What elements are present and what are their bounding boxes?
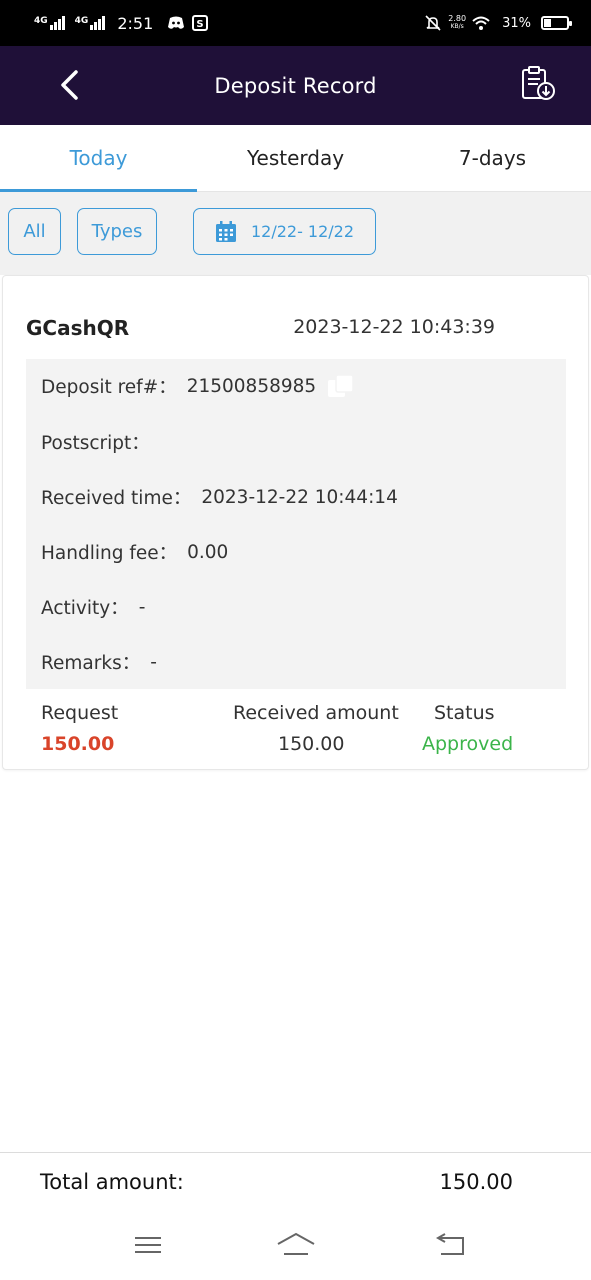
deposit-record-card[interactable]: GCashQR 2023-12-22 10:43:39 Deposit ref#… (2, 275, 589, 770)
request-amount: 150.00 (41, 733, 115, 755)
system-nav-bar (0, 1214, 591, 1280)
tab-7-days[interactable]: 7-days (394, 125, 591, 191)
network-type: 4G (34, 16, 48, 26)
record-datetime: 2023-12-22 10:43:39 (293, 316, 495, 338)
detail-value: - (138, 596, 146, 618)
network-type: 4G (74, 16, 89, 26)
record-details: Deposit ref#： 21500858985 Postscript： Re… (26, 359, 566, 689)
detail-remarks: Remarks： - (41, 649, 157, 675)
total-amount-label: Total amount: (40, 1170, 184, 1194)
date-range-picker[interactable]: 12/22- 12/22 (193, 208, 376, 255)
tab-today[interactable]: Today (0, 125, 197, 192)
download-records-button[interactable] (519, 64, 559, 104)
detail-postscript: Postscript： (41, 429, 160, 455)
tab-yesterday[interactable]: Yesterday (197, 125, 394, 191)
status-bar: 4G 4G 2:51 S 2.80 KB/s 31% (0, 0, 591, 46)
detail-label: Handling fee： (41, 543, 178, 564)
detail-label: Postscript： (41, 433, 150, 454)
wifi-icon (472, 16, 490, 30)
detail-label: Remarks： (41, 653, 141, 674)
back-button[interactable] (52, 68, 86, 102)
menu-icon[interactable] (131, 1230, 165, 1260)
app-header: Deposit Record (0, 46, 591, 125)
status-label: Status (434, 702, 495, 724)
detail-label: Received time： (41, 488, 192, 509)
clipboard-download-icon (522, 66, 555, 100)
detail-handling-fee: Handling fee： 0.00 (41, 539, 228, 565)
received-amount: 150.00 (278, 733, 345, 755)
detail-value: 0.00 (187, 541, 229, 563)
received-amount-label: Received amount (233, 702, 399, 724)
network-speed: 2.80 KB/s (448, 14, 467, 31)
signal-icon: 4G (75, 16, 106, 30)
back-nav-icon[interactable] (433, 1230, 467, 1260)
discord-icon (168, 16, 185, 29)
calendar-icon (215, 220, 236, 242)
detail-received-time: Received time： 2023-12-22 10:44:14 (41, 484, 398, 510)
detail-value: - (150, 651, 157, 673)
battery-icon (541, 16, 572, 30)
filter-types-button[interactable]: Types (77, 208, 157, 255)
detail-value: 2023-12-22 10:44:14 (201, 486, 398, 508)
detail-label: Deposit ref#： (41, 377, 177, 398)
detail-label: Activity： (41, 598, 129, 619)
svg-text:S: S (197, 19, 204, 30)
mute-bell-icon (425, 15, 441, 31)
battery-percent: 31% (502, 15, 531, 31)
home-icon[interactable] (276, 1230, 316, 1260)
copy-icon[interactable] (326, 373, 356, 399)
page-title: Deposit Record (214, 73, 377, 98)
date-range-label: 12/22- 12/22 (250, 222, 355, 241)
request-label: Request (41, 702, 119, 724)
detail-value: 21500858985 (186, 375, 317, 397)
filter-all-button[interactable]: All (8, 208, 61, 255)
date-tabs: Today Yesterday 7-days (0, 125, 591, 192)
total-amount-value: 150.00 (439, 1170, 513, 1194)
signal-icon: 4G (34, 16, 65, 30)
status-badge: Approved (422, 733, 514, 755)
payment-method: GCashQR (26, 316, 130, 340)
clock: 2:51 (117, 13, 154, 33)
app-notification-icon: S (192, 15, 209, 31)
total-footer: Total amount: 150.00 (0, 1152, 591, 1214)
filter-bar: All Types 12/22- 12/22 (0, 192, 591, 275)
chevron-left-icon (61, 70, 78, 100)
detail-activity: Activity： - (41, 594, 145, 620)
detail-deposit-ref: Deposit ref#： 21500858985 (41, 373, 356, 399)
